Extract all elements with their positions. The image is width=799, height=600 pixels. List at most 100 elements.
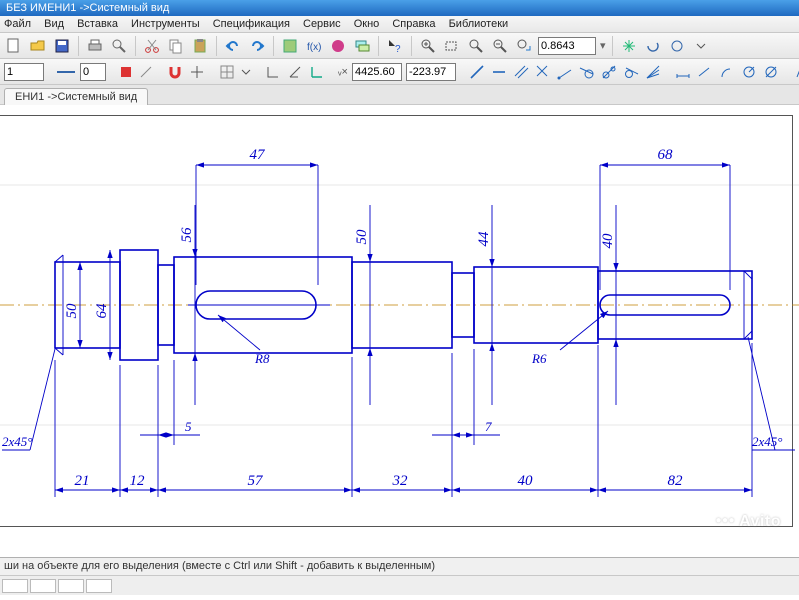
zoom-in-icon[interactable] [418,36,438,56]
dim-12: 12 [130,473,146,489]
toolbar-1: f(x) ? ▾ [0,33,799,59]
bottom-tabs [0,575,799,595]
menu-service[interactable]: Сервис [303,18,341,30]
sheet-tab-4[interactable] [86,579,112,593]
dim-32: 32 [392,473,409,489]
properties-icon[interactable] [280,36,300,56]
dim-chamfer-left: 2x45° [2,434,32,449]
redraw-icon[interactable] [667,36,687,56]
zoom-prev-icon[interactable] [514,36,534,56]
tangent-from-point-icon[interactable] [578,62,596,82]
status-hint: ши на объекте для его выделения (вместе … [4,560,435,572]
dim-chamfer-right: 2x45° [752,434,782,449]
menu-spec[interactable]: Спецификация [213,18,290,30]
dim-7: 7 [485,419,492,434]
window-title: БЕЗ ИМЕНИ1 ->Системный вид [6,2,169,14]
menu-tools[interactable]: Инструменты [131,18,200,30]
menu-view[interactable]: Вид [44,18,64,30]
drawing-canvas[interactable]: 21 12 57 32 40 82 5 7 47 68 2x45° 2x45° … [0,105,799,557]
dim-d40: 40 [600,233,616,249]
dim-angle-icon[interactable] [718,62,736,82]
dim-d50b: 50 [354,229,370,245]
layers-icon[interactable] [352,36,372,56]
help-arrow-icon[interactable]: ? [385,36,405,56]
dim-d44: 44 [476,231,492,247]
parallel-line-icon[interactable] [512,62,530,82]
zoom-input[interactable] [538,37,596,55]
zoom-out-icon[interactable] [490,36,510,56]
coord-x-input[interactable] [352,63,402,81]
menu-bar[interactable]: ФФайлайл Вид Вставка Инструменты Специфи… [0,16,799,33]
doc-tabs: ЕНИ1 ->Системный вид [0,85,799,105]
pan-icon[interactable] [619,36,639,56]
dim-82: 82 [668,473,684,489]
undo-icon[interactable] [223,36,243,56]
paste-icon[interactable] [190,36,210,56]
stop-icon[interactable] [118,62,134,82]
svg-text:f(x): f(x) [307,42,321,53]
menu-window[interactable]: Окно [354,18,380,30]
construct-icon[interactable] [138,62,154,82]
dim-r8: R8 [254,351,270,366]
line-tool-icon[interactable] [468,62,486,82]
zoom-window-icon[interactable] [442,36,462,56]
tangent-two-icon[interactable] [600,62,618,82]
net-icon[interactable] [328,36,348,56]
dim-diameter-icon[interactable] [762,62,780,82]
doc-tab[interactable]: ЕНИ1 ->Системный вид [4,88,148,105]
sheet-tab-1[interactable] [2,579,28,593]
menu-insert[interactable]: Вставка [77,18,118,30]
dim-aligned-icon[interactable] [696,62,714,82]
angle-snap-icon[interactable] [286,62,304,82]
bisector-icon[interactable] [644,62,662,82]
status-bar: ши на объекте для его выделения (вместе … [0,557,799,575]
copy-icon[interactable] [166,36,186,56]
magnet-icon[interactable] [166,62,184,82]
rotate-view-icon[interactable] [643,36,663,56]
angled-line-icon[interactable] [556,62,574,82]
grid-icon[interactable] [218,62,236,82]
dim-linear-icon[interactable] [674,62,692,82]
drawing-svg: 21 12 57 32 40 82 5 7 47 68 2x45° 2x45° … [0,105,799,557]
cut-icon[interactable] [142,36,162,56]
dim-5: 5 [185,419,192,434]
perp-line-icon[interactable] [534,62,552,82]
roughness-icon[interactable] [792,62,799,82]
save-icon[interactable] [52,36,72,56]
sheet-tab-3[interactable] [58,579,84,593]
ortho-icon[interactable] [264,62,282,82]
dim-21: 21 [75,473,90,489]
zoom-fit-icon[interactable] [466,36,486,56]
dim-d50a: 50 [64,303,80,319]
linestyle-num[interactable] [80,63,106,81]
dim-radius-icon[interactable] [740,62,758,82]
menu-help[interactable]: Справка [392,18,435,30]
sheet-tab-2[interactable] [30,579,56,593]
dim-d64: 64 [94,303,110,319]
print-icon[interactable] [85,36,105,56]
new-icon[interactable] [4,36,24,56]
watermark: ●●●Avito [715,513,781,531]
coord-y-input[interactable] [406,63,456,81]
dim-r6: R6 [531,351,547,366]
menu-libs[interactable]: Библиотеки [449,18,509,30]
open-icon[interactable] [28,36,48,56]
linestyle-icon[interactable] [56,62,76,82]
dim-57: 57 [248,473,265,489]
grid-options-icon[interactable] [240,62,252,82]
title-bar: БЕЗ ИМЕНИ1 ->Системный вид [0,0,799,16]
dim-47: 47 [250,147,267,163]
axis-icon[interactable] [188,62,206,82]
tangent-angle-icon[interactable] [622,62,640,82]
local-cs-icon[interactable] [308,62,326,82]
fx-icon[interactable]: f(x) [304,36,324,56]
redo-icon[interactable] [247,36,267,56]
hline-tool-icon[interactable] [490,62,508,82]
svg-text:?: ? [395,44,401,54]
preview-icon[interactable] [109,36,129,56]
menu-file[interactable]: ФФайлайл [4,18,31,30]
dim-68: 68 [658,147,674,163]
dropdown-icon[interactable] [691,36,711,56]
layer-num-input[interactable] [4,63,44,81]
dim-40l: 40 [518,473,534,489]
